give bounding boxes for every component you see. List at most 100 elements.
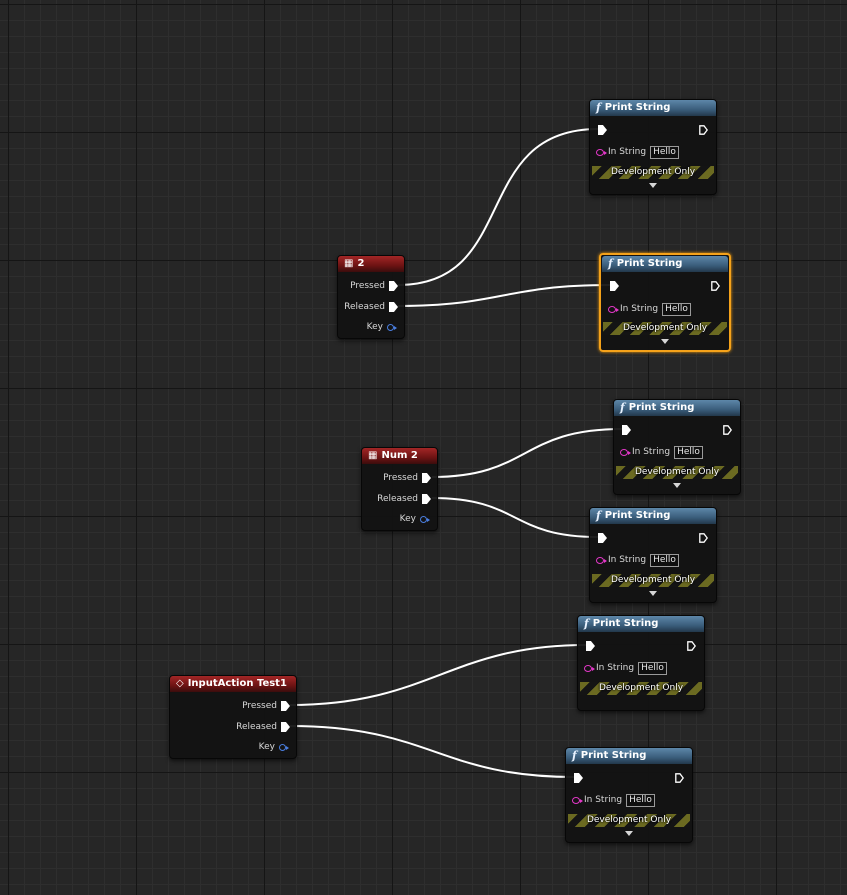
string-pin-icon[interactable] xyxy=(596,556,607,564)
blueprint-graph-canvas[interactable]: ▦ 2 Pressed Released Key ▦ Num 2 Pressed… xyxy=(0,0,847,895)
exec-out-pin-icon[interactable] xyxy=(422,494,431,504)
string-pin-icon[interactable] xyxy=(620,448,631,456)
function-node-title: Print String xyxy=(604,102,671,113)
print-string-node-6[interactable]: f Print String In String Hello Developme… xyxy=(565,747,693,843)
pin-in-string[interactable]: In String Hello xyxy=(596,553,679,567)
chevron-down-icon[interactable] xyxy=(673,483,681,488)
function-node-header[interactable]: f Print String xyxy=(614,400,740,416)
function-node-title: Print String xyxy=(580,750,647,761)
key-struct-pin-icon[interactable] xyxy=(420,515,430,523)
exec-out-pin-icon[interactable] xyxy=(389,281,398,291)
exec-in-pin-icon[interactable] xyxy=(610,281,619,291)
function-node-header[interactable]: f Print String xyxy=(602,256,728,272)
exec-out-pin-icon[interactable] xyxy=(687,641,696,651)
pin-in-string[interactable]: In String Hello xyxy=(608,302,691,316)
wire-evt_num2-released-to-ps4[interactable] xyxy=(431,497,599,538)
function-node-header[interactable]: f Print String xyxy=(566,748,692,764)
pin-key[interactable]: Key xyxy=(367,320,397,334)
print-string-node-1[interactable]: f Print String In String Hello Developme… xyxy=(589,99,717,195)
pin-key[interactable]: Key xyxy=(258,740,289,754)
pin-in-string[interactable]: In String Hello xyxy=(572,793,655,807)
pin-label-in-string: In String xyxy=(632,447,671,457)
exec-in-pin-icon[interactable] xyxy=(574,773,583,783)
event-node-title: InputAction Test1 xyxy=(187,678,287,689)
exec-out-pin-icon[interactable] xyxy=(281,722,290,732)
exec-out-pin-icon[interactable] xyxy=(711,281,720,291)
function-icon: f xyxy=(608,257,613,270)
pin-key[interactable]: Key xyxy=(400,512,430,526)
in-string-value-input[interactable]: Hello xyxy=(626,793,655,807)
print-string-node-3[interactable]: f Print String In String Hello Developme… xyxy=(613,399,741,495)
development-only-label: Development Only xyxy=(598,683,684,693)
in-string-value-input[interactable]: Hello xyxy=(638,661,667,675)
event-node-header[interactable]: ▦ 2 xyxy=(338,256,404,272)
event-node-inputaction-test1[interactable]: ◇ InputAction Test1 Pressed Released Key xyxy=(169,675,297,759)
wire-evt_2-pressed-to-ps1[interactable] xyxy=(397,128,599,286)
string-pin-icon[interactable] xyxy=(572,796,583,804)
string-pin-icon[interactable] xyxy=(608,305,619,313)
wire-evt_num2-pressed-to-ps3[interactable] xyxy=(431,428,623,478)
key-struct-pin-icon[interactable] xyxy=(279,743,289,751)
exec-out-pin-icon[interactable] xyxy=(699,125,708,135)
wire-evt_ia-pressed-to-ps5[interactable] xyxy=(289,644,587,706)
pin-label-in-string: In String xyxy=(620,304,659,314)
pin-label-released: Released xyxy=(377,494,418,504)
string-pin-icon[interactable] xyxy=(584,664,595,672)
exec-out-pin-icon[interactable] xyxy=(281,701,290,711)
pin-label-key: Key xyxy=(258,742,275,752)
chevron-down-icon[interactable] xyxy=(649,183,657,188)
pin-released[interactable]: Released xyxy=(377,492,431,506)
pin-pressed[interactable]: Pressed xyxy=(350,279,398,293)
wire-evt_ia-released-to-ps6[interactable] xyxy=(289,725,575,778)
development-only-label: Development Only xyxy=(610,575,696,585)
print-string-node-2[interactable]: f Print String In String Hello Developme… xyxy=(599,253,731,352)
pin-in-string[interactable]: In String Hello xyxy=(584,661,667,675)
exec-out-pin-icon[interactable] xyxy=(389,302,398,312)
pin-pressed[interactable]: Pressed xyxy=(242,699,290,713)
pin-in-string[interactable]: In String Hello xyxy=(620,445,703,459)
exec-out-pin-icon[interactable] xyxy=(422,473,431,483)
pin-pressed[interactable]: Pressed xyxy=(383,471,431,485)
chevron-down-icon[interactable] xyxy=(625,831,633,836)
in-string-value-input[interactable]: Hello xyxy=(674,445,703,459)
pin-label-released: Released xyxy=(344,302,385,312)
exec-out-pin-icon[interactable] xyxy=(723,425,732,435)
pin-released[interactable]: Released xyxy=(344,300,398,314)
pin-label-in-string: In String xyxy=(608,147,647,157)
exec-in-pin-icon[interactable] xyxy=(598,533,607,543)
pin-label-released: Released xyxy=(236,722,277,732)
development-only-banner: Development Only xyxy=(592,166,714,179)
development-only-label: Development Only xyxy=(610,167,696,177)
chevron-down-icon[interactable] xyxy=(649,591,657,596)
exec-in-pin-icon[interactable] xyxy=(586,641,595,651)
exec-out-pin-icon[interactable] xyxy=(675,773,684,783)
function-icon: f xyxy=(596,101,601,114)
exec-in-pin-icon[interactable] xyxy=(622,425,631,435)
pin-released[interactable]: Released xyxy=(236,720,290,734)
function-node-title: Print String xyxy=(604,510,671,521)
print-string-node-4[interactable]: f Print String In String Hello Developme… xyxy=(589,507,717,603)
input-action-icon: ◇ xyxy=(176,678,184,689)
event-node-key-2[interactable]: ▦ 2 Pressed Released Key xyxy=(337,255,405,339)
development-only-label: Development Only xyxy=(586,815,672,825)
chevron-down-icon[interactable] xyxy=(661,339,669,344)
print-string-node-5[interactable]: f Print String In String Hello Developme… xyxy=(577,615,705,711)
exec-out-pin-icon[interactable] xyxy=(699,533,708,543)
in-string-value-input[interactable]: Hello xyxy=(662,302,691,316)
function-node-header[interactable]: f Print String xyxy=(590,508,716,524)
event-node-header[interactable]: ▦ Num 2 xyxy=(362,448,437,464)
exec-in-pin-icon[interactable] xyxy=(598,125,607,135)
in-string-value-input[interactable]: Hello xyxy=(650,145,679,159)
pin-label-in-string: In String xyxy=(584,795,623,805)
pin-label-in-string: In String xyxy=(608,555,647,565)
event-node-header[interactable]: ◇ InputAction Test1 xyxy=(170,676,296,692)
function-node-header[interactable]: f Print String xyxy=(578,616,704,632)
key-struct-pin-icon[interactable] xyxy=(387,323,397,331)
event-node-num-2[interactable]: ▦ Num 2 Pressed Released Key xyxy=(361,447,438,531)
development-only-banner: Development Only xyxy=(580,682,702,695)
wire-evt_2-released-to-ps2[interactable] xyxy=(397,284,611,307)
string-pin-icon[interactable] xyxy=(596,148,607,156)
pin-in-string[interactable]: In String Hello xyxy=(596,145,679,159)
function-node-header[interactable]: f Print String xyxy=(590,100,716,116)
in-string-value-input[interactable]: Hello xyxy=(650,553,679,567)
